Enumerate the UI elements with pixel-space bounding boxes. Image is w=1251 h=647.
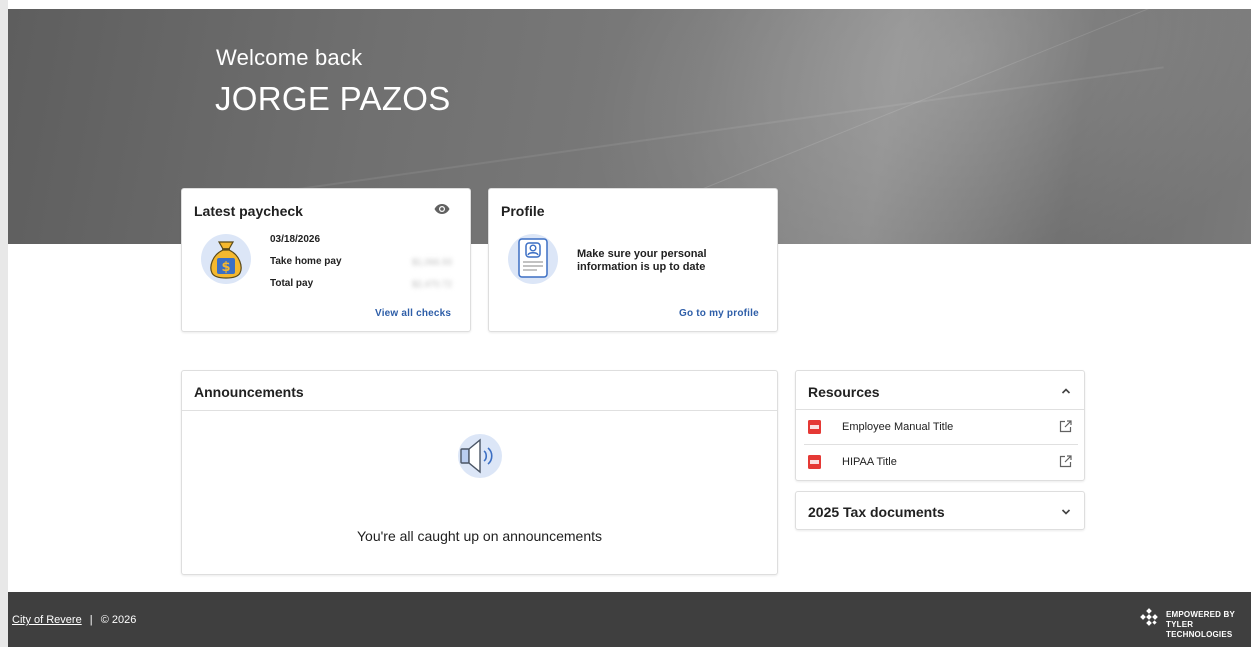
tax-documents-title: 2025 Tax documents (808, 504, 945, 520)
paycheck-title: Latest paycheck (194, 203, 303, 219)
profile-message: Make sure your personal information is u… (577, 248, 707, 273)
total-pay-value: $2,470.72 (412, 279, 453, 289)
eye-icon[interactable] (434, 203, 450, 215)
announcements-title: Announcements (194, 384, 304, 400)
footer-separator: | (89, 614, 93, 626)
brand-line-1: EMPOWERED BY (1166, 610, 1236, 619)
resources-card: Resources Employee Manual Title HIPAA Ti… (795, 370, 1085, 481)
welcome-text: Welcome back (216, 45, 363, 70)
resource-item[interactable]: HIPAA Title (796, 445, 1084, 479)
svg-text:$: $ (221, 260, 230, 275)
chevron-down-icon[interactable] (1061, 509, 1071, 515)
resources-title: Resources (808, 384, 880, 400)
resource-item[interactable]: Employee Manual Title (796, 410, 1084, 444)
resource-label: Employee Manual Title (842, 421, 954, 433)
brand-line-2: TYLER TECHNOLOGIES (1166, 620, 1233, 639)
take-home-pay-value: $1,066.93 (412, 257, 453, 267)
paycheck-date: 03/18/2026 (270, 234, 321, 245)
footer: City of Revere | © 2026 EMPOWERED BY TYL… (8, 592, 1251, 647)
go-to-profile-link[interactable]: Go to my profile (679, 308, 759, 319)
resource-label: HIPAA Title (842, 456, 897, 468)
divider (182, 410, 777, 411)
footer-text: City of Revere | © 2026 (12, 614, 136, 626)
external-link-icon[interactable] (1059, 455, 1072, 468)
take-home-pay-label: Take home pay (270, 256, 342, 267)
profile-document-icon (508, 234, 558, 284)
announcements-empty-message: You're all caught up on announcements (356, 528, 602, 544)
pdf-icon (808, 420, 821, 434)
tyler-logo-icon (1140, 608, 1158, 626)
tyler-brand-text: EMPOWERED BY TYLER TECHNOLOGIES (1166, 610, 1251, 640)
user-name: JORGE PAZOS (215, 80, 451, 117)
org-link[interactable]: City of Revere (12, 614, 82, 626)
megaphone-icon (458, 434, 502, 478)
chevron-up-icon[interactable] (1061, 388, 1071, 394)
copyright: © 2026 (100, 614, 137, 626)
external-link-icon[interactable] (1059, 420, 1072, 433)
profile-card: Profile Make sure your personal informat… (488, 188, 778, 332)
view-all-checks-link[interactable]: View all checks (375, 308, 451, 319)
tax-documents-card[interactable]: 2025 Tax documents (795, 491, 1085, 530)
latest-paycheck-card: Latest paycheck $ 03/18/2026 Take home p… (181, 188, 471, 332)
money-bag-icon: $ (201, 234, 251, 284)
total-pay-label: Total pay (270, 278, 314, 289)
pdf-icon (808, 455, 821, 469)
announcements-card: Announcements You're all caught up on an… (181, 370, 778, 575)
page-edge (0, 0, 8, 647)
profile-title: Profile (501, 203, 545, 219)
